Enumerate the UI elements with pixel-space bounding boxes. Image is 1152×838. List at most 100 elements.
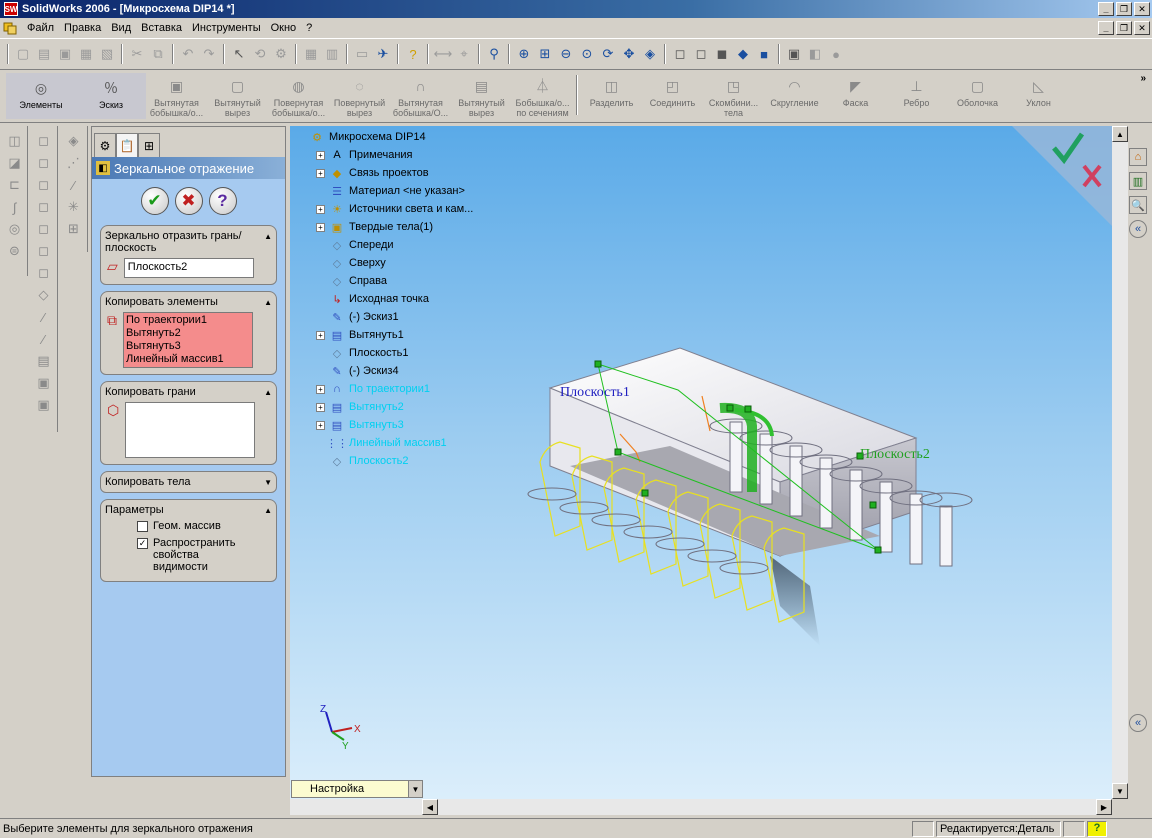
menu-edit[interactable]: Правка <box>59 20 106 36</box>
extruded-cut-button[interactable]: ▢ Вытянутый вырез <box>207 71 268 118</box>
strip-icon[interactable]: ◻ <box>35 176 53 194</box>
collapse-pane-icon[interactable]: « <box>1129 220 1147 238</box>
strip-icon[interactable]: ▣ <box>35 396 53 414</box>
revolved-boss-button[interactable]: ◍ Повернутая бобышка/о... <box>268 71 329 118</box>
cut-icon[interactable]: ✂ <box>127 44 147 64</box>
menu-insert[interactable]: Вставка <box>136 20 187 36</box>
scroll-down-icon[interactable]: ▼ <box>1112 783 1128 799</box>
vertical-scrollbar[interactable]: ▲ ▼ <box>1112 126 1128 799</box>
doc-close-button[interactable]: ✕ <box>1134 21 1150 35</box>
table-icon[interactable]: ▥ <box>322 44 342 64</box>
pan-icon[interactable]: ✥ <box>619 44 639 64</box>
rib-button[interactable]: ⊥ Ребро <box>886 71 947 108</box>
part-document-icon[interactable] <box>2 20 18 36</box>
strip-icon[interactable]: ⁄ <box>65 176 83 194</box>
chip-model[interactable]: Плоскость1 Плоскость2 Z X Y <box>290 126 1112 799</box>
home-icon[interactable]: ⌂ <box>1129 148 1147 166</box>
geom-pattern-checkbox[interactable] <box>137 521 148 532</box>
select-icon[interactable]: ↖ <box>229 44 249 64</box>
undo-icon[interactable]: ↶ <box>178 44 198 64</box>
strip-icon[interactable]: ◫ <box>6 132 24 150</box>
collapse-pane-icon[interactable]: « <box>1129 714 1147 732</box>
toolbar-overflow-icon[interactable]: » <box>1140 73 1146 84</box>
save-icon[interactable]: ▣ <box>55 44 75 64</box>
scroll-left-icon[interactable]: ◀ <box>422 799 438 815</box>
redo-icon[interactable]: ↷ <box>199 44 219 64</box>
zoom-fit-icon[interactable]: ⊕ <box>514 44 534 64</box>
strip-icon[interactable]: ◻ <box>35 198 53 216</box>
join-button[interactable]: ◰ Соединить <box>642 71 703 108</box>
configuration-manager-tab[interactable]: ⊞ <box>138 133 160 157</box>
collapse-icon[interactable]: ▲ <box>264 232 272 241</box>
doc-restore-button[interactable]: ❐ <box>1116 21 1132 35</box>
rebuild-icon[interactable]: ⟲ <box>250 44 270 64</box>
new-icon[interactable]: ▢ <box>13 44 33 64</box>
strip-icon[interactable]: ⋰ <box>65 154 83 172</box>
print-preview-icon[interactable]: ▧ <box>97 44 117 64</box>
view-orientation-icon[interactable]: ◈ <box>640 44 660 64</box>
chamfer-button[interactable]: ◤ Фаска <box>825 71 886 108</box>
strip-icon[interactable]: ⊏ <box>6 176 24 194</box>
dropdown-arrow-icon[interactable]: ▼ <box>408 781 422 797</box>
strip-icon[interactable]: ◇ <box>35 286 53 304</box>
cancel-button[interactable]: ✖ <box>174 187 203 215</box>
section-view-icon[interactable]: ◧ <box>805 44 825 64</box>
strip-icon[interactable]: ◎ <box>6 220 24 238</box>
sheet-icon[interactable]: ▭ <box>352 44 372 64</box>
mirror-plane-field[interactable]: Плоскость2 <box>123 258 254 278</box>
strip-icon[interactable]: ⁄ <box>35 308 53 326</box>
features-tab[interactable]: ◎ Элементы <box>6 73 76 119</box>
faces-to-mirror-list[interactable] <box>125 402 256 458</box>
filter-icon[interactable]: ⚲ <box>484 44 504 64</box>
extruded-boss-button[interactable]: ▣ Вытянутая бобышка/о... <box>146 71 207 118</box>
hidden-lines-removed-icon[interactable]: ◼ <box>712 44 732 64</box>
hidden-lines-visible-icon[interactable]: ◻ <box>691 44 711 64</box>
design-library-icon[interactable]: ▥ <box>1129 172 1147 190</box>
horizontal-scrollbar[interactable]: ◀ ▶ <box>290 799 1112 815</box>
list-item[interactable]: Вытянуть3 <box>126 340 250 353</box>
propagate-visual-checkbox[interactable]: ✓ <box>137 538 148 549</box>
strip-icon[interactable]: ▤ <box>35 352 53 370</box>
quick-tips-icon[interactable]: ? <box>1087 821 1107 837</box>
features-to-mirror-list[interactable]: По траектории1 Вытянуть2 Вытянуть3 Линей… <box>123 312 253 368</box>
swept-cut-button[interactable]: ▤ Вытянутый вырез <box>451 71 512 118</box>
whats-wrong-icon[interactable]: ✈ <box>373 44 393 64</box>
shell-button[interactable]: ▢ Оболочка <box>947 71 1008 108</box>
zoom-area-icon[interactable]: ⊞ <box>535 44 555 64</box>
configuration-tab[interactable]: Настройка ▼ <box>291 780 423 798</box>
scroll-right-icon[interactable]: ▶ <box>1096 799 1112 815</box>
rotate-icon[interactable]: ⟳ <box>598 44 618 64</box>
file-explorer-icon[interactable]: 🔍 <box>1129 196 1147 214</box>
help-button[interactable]: ? <box>208 187 237 215</box>
copy-bodies-header[interactable]: Копировать тела <box>105 476 191 488</box>
realview-icon[interactable]: ● <box>826 44 846 64</box>
menu-help[interactable]: ? <box>301 20 317 36</box>
grid-icon[interactable]: ▦ <box>301 44 321 64</box>
strip-icon[interactable]: ◪ <box>6 154 24 172</box>
shadows-icon[interactable]: ▣ <box>784 44 804 64</box>
menu-window[interactable]: Окно <box>266 20 302 36</box>
strip-icon[interactable]: ◻ <box>35 154 53 172</box>
zoom-selection-icon[interactable]: ⊙ <box>577 44 597 64</box>
scroll-up-icon[interactable]: ▲ <box>1112 126 1128 142</box>
draft-button[interactable]: ◺ Уклон <box>1008 71 1069 108</box>
wireframe-icon[interactable]: ◻ <box>670 44 690 64</box>
loft-button[interactable]: ⏃ Бобышка/о... по сечениям <box>512 71 573 118</box>
collapse-icon[interactable]: ▲ <box>264 298 272 307</box>
shaded-icon[interactable]: ■ <box>754 44 774 64</box>
strip-icon[interactable]: ◻ <box>35 132 53 150</box>
help-icon[interactable]: ? <box>403 44 423 64</box>
collapse-icon[interactable]: ▲ <box>264 388 272 397</box>
menu-view[interactable]: Вид <box>106 20 136 36</box>
options-icon[interactable]: ⚙ <box>271 44 291 64</box>
strip-icon[interactable]: ◻ <box>35 242 53 260</box>
strip-icon[interactable]: ⊞ <box>65 220 83 238</box>
strip-icon[interactable]: ◈ <box>65 132 83 150</box>
strip-icon[interactable]: ◻ <box>35 220 53 238</box>
close-button[interactable]: ✕ <box>1134 2 1150 16</box>
split-button[interactable]: ◫ Разделить <box>581 71 642 108</box>
list-item[interactable]: По траектории1 <box>126 314 250 327</box>
strip-icon[interactable]: ▣ <box>35 374 53 392</box>
strip-icon[interactable]: ∫ <box>6 198 24 216</box>
list-item[interactable]: Вытянуть2 <box>126 327 250 340</box>
